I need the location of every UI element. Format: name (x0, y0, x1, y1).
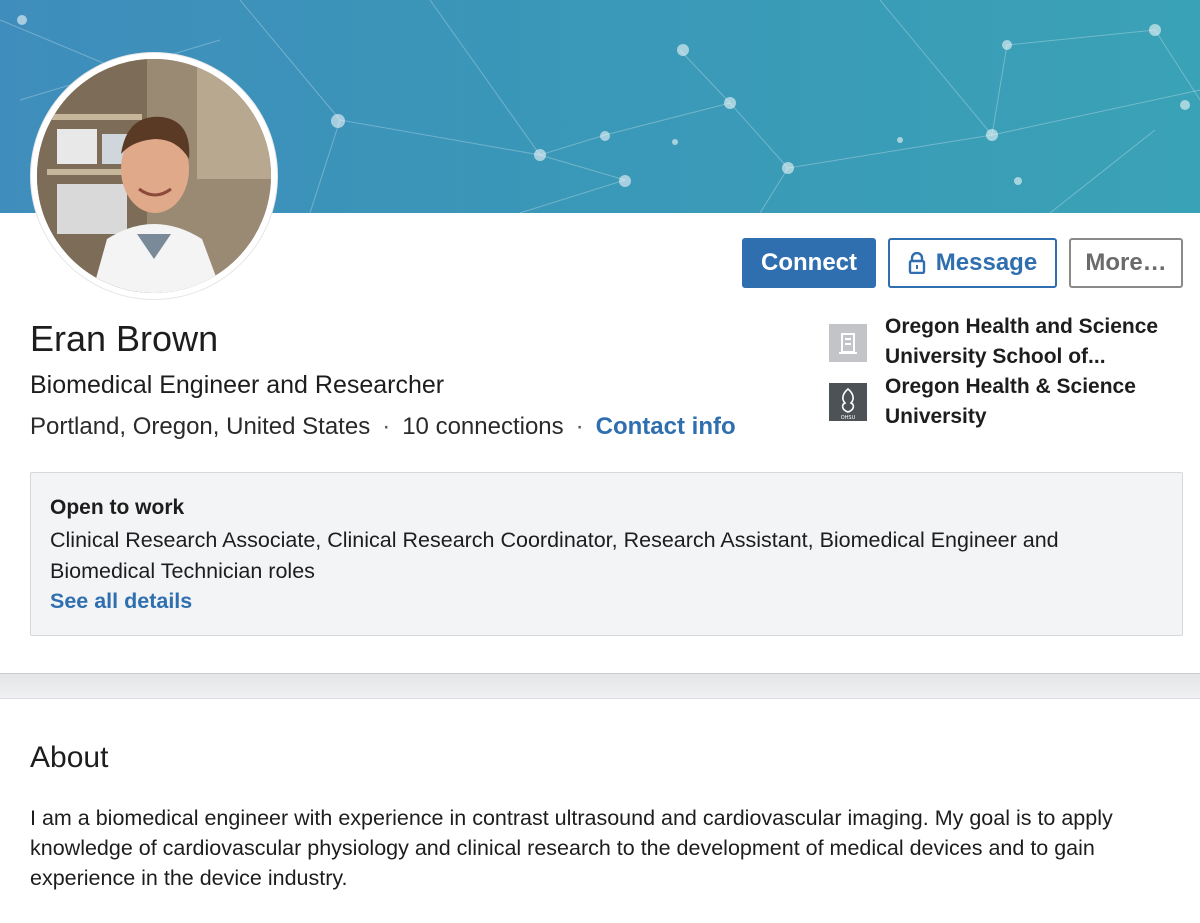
separator-dot: · (382, 413, 391, 440)
connections-count[interactable]: 10 connections (402, 413, 563, 440)
school-name: Oregon Health & Science University (885, 372, 1185, 432)
profile-headline: Biomedical Engineer and Researcher (30, 371, 445, 399)
school-name-line: University School of... (885, 345, 1106, 368)
see-all-details-link[interactable]: See all details (50, 589, 192, 614)
location-text: Portland, Oregon, United States (30, 413, 371, 440)
more-button[interactable]: More… (1069, 238, 1183, 288)
building-icon (829, 324, 867, 362)
message-button-label: Message (935, 249, 1038, 276)
message-button[interactable]: Message (888, 238, 1057, 288)
connect-button[interactable]: Connect (742, 238, 876, 288)
ohsu-logo: OHSU (829, 383, 867, 421)
profile-photo (37, 59, 271, 293)
about-heading: About (30, 741, 109, 774)
open-to-work-card: Open to work Clinical Research Associate… (30, 472, 1183, 636)
school-name-line: University (885, 405, 987, 428)
separator-dot: · (575, 413, 584, 440)
school-name: Oregon Health and Science University Sch… (885, 312, 1185, 372)
avatar[interactable] (37, 59, 271, 293)
school-name-line: Oregon Health and Science (885, 315, 1159, 338)
about-text: I am a biomedical engineer with experien… (30, 806, 1113, 890)
school-name-line: Oregon Health & Science (885, 375, 1136, 398)
section-divider (0, 673, 1200, 699)
open-to-work-roles: Clinical Research Associate, Clinical Re… (50, 528, 1059, 583)
profile-name: Eran Brown (30, 318, 219, 359)
lock-icon (908, 252, 925, 274)
open-to-work-title: Open to work (50, 496, 185, 519)
profile-meta: Portland, Oregon, United States · 10 conne… (30, 413, 736, 441)
ohsu-logo-text: OHSU (841, 415, 856, 421)
contact-info-link[interactable]: Contact info (596, 413, 736, 440)
